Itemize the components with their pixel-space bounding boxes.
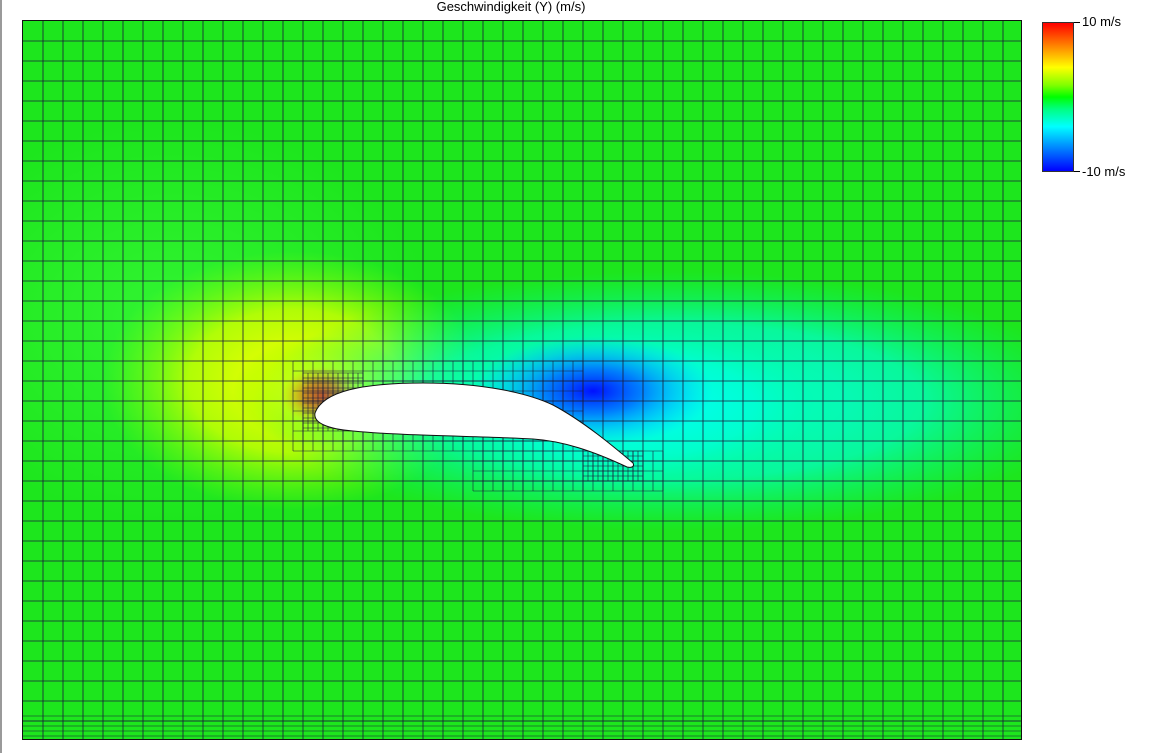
window-left-border <box>0 0 2 753</box>
colorbar-tick-max <box>1074 22 1080 23</box>
colorbar-min-label: -10 m/s <box>1082 164 1126 179</box>
airfoil-shape <box>314 382 634 468</box>
colorbar <box>1042 22 1074 172</box>
colorbar-tick-min <box>1074 171 1080 172</box>
plot-title: Geschwindigkeit (Y) (m/s) <box>436 0 586 14</box>
colorbar-max-label: 10 m/s <box>1082 14 1122 29</box>
plot-area[interactable] <box>22 20 1022 740</box>
